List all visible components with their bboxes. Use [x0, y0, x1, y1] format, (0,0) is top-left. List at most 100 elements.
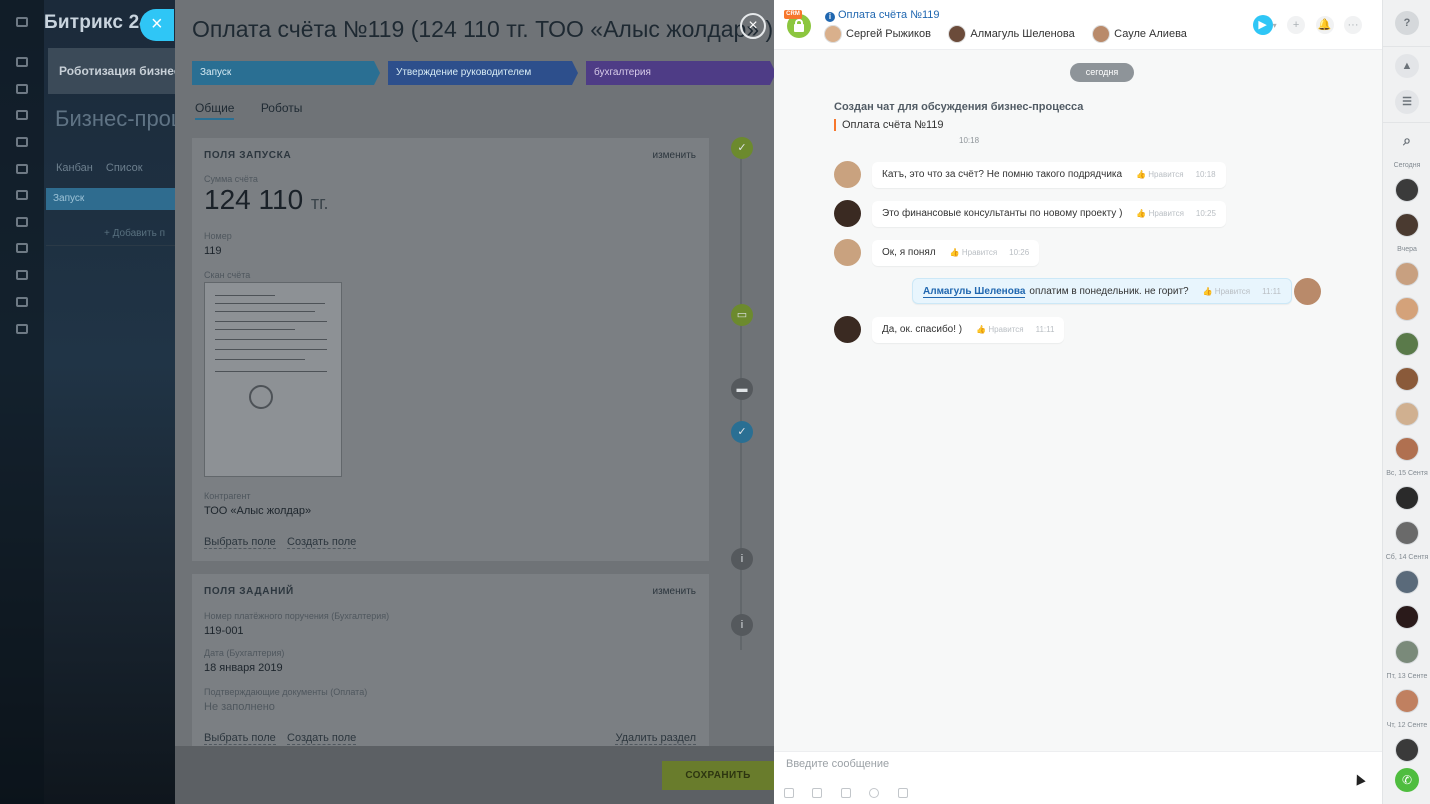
- feed-icon[interactable]: [16, 57, 28, 67]
- contact-center-icon[interactable]: ☰: [1395, 90, 1419, 114]
- documents-value: Не заполнено: [204, 701, 275, 713]
- task-check-icon[interactable]: ✓: [731, 137, 753, 159]
- avatar: [948, 25, 967, 44]
- drive-icon[interactable]: [16, 217, 28, 227]
- bell-icon[interactable]: 🔔: [1315, 16, 1334, 34]
- invoice-scan-thumbnail[interactable]: [204, 282, 342, 477]
- close-panel-button[interactable]: ×: [740, 13, 766, 39]
- tab-general[interactable]: Общие: [195, 101, 235, 120]
- message-bubble: Катъ, это что за счёт? Не помню такого п…: [872, 162, 1226, 188]
- chat-title[interactable]: i Оплата счёта №119: [825, 9, 940, 22]
- message-input[interactable]: Введите сообщение: [786, 758, 889, 770]
- tab-kanban[interactable]: Канбан: [56, 162, 93, 174]
- task-fields-edit-link[interactable]: изменить: [652, 586, 696, 597]
- recent-chat-avatar[interactable]: [1395, 570, 1419, 594]
- stage-launch[interactable]: Запуск: [192, 61, 380, 85]
- member-item[interactable]: Сергей Рыжиков: [824, 25, 931, 44]
- reports-icon[interactable]: [16, 164, 28, 174]
- checklist-icon[interactable]: [16, 190, 28, 200]
- tab-robots[interactable]: Роботы: [261, 101, 303, 115]
- phone-icon[interactable]: ✆: [1395, 768, 1419, 792]
- member-item[interactable]: Алмагуль Шеленова: [948, 25, 1075, 44]
- chat-icon[interactable]: [16, 243, 28, 253]
- search-icon[interactable]: ⌕: [1395, 128, 1419, 152]
- message-text: Это финансовые консультанты по новому пр…: [882, 208, 1123, 219]
- avatar[interactable]: [834, 239, 861, 266]
- create-field-link[interactable]: Создать поле: [287, 732, 357, 745]
- message-bubble: Ок, я понял 👍 Нравится 10:26: [872, 240, 1040, 266]
- crm-badge: CRM: [784, 10, 802, 19]
- mention-link[interactable]: Алмагуль Шеленова: [923, 286, 1026, 298]
- stage-approval[interactable]: Утверждение руководителем: [388, 61, 578, 85]
- avatar[interactable]: [834, 161, 861, 188]
- create-icon[interactable]: [897, 788, 908, 798]
- like-label: Нравится: [988, 325, 1024, 334]
- recent-chat-avatar[interactable]: [1395, 486, 1419, 510]
- comment-icon[interactable]: ▬: [731, 378, 753, 400]
- info-icon[interactable]: i: [731, 614, 753, 636]
- launch-fields-edit-link[interactable]: изменить: [652, 150, 696, 161]
- recent-chat-avatar[interactable]: [1395, 213, 1419, 237]
- recent-chat-avatar[interactable]: [1395, 605, 1419, 629]
- like-button[interactable]: 👍 Нравится: [976, 325, 1024, 334]
- more-icon[interactable]: ···: [1344, 16, 1362, 34]
- filter-icon[interactable]: [16, 84, 28, 94]
- select-field-link[interactable]: Выбрать поле: [204, 536, 276, 549]
- message-time: 11:11: [1035, 325, 1055, 334]
- stage-accounting[interactable]: бухгалтерия: [586, 61, 774, 85]
- video-call-icon[interactable]: ▶: [1252, 15, 1273, 35]
- member-item[interactable]: Сауле Алиева: [1092, 25, 1187, 44]
- recent-chat-avatar[interactable]: [1395, 332, 1419, 356]
- recent-chat-avatar[interactable]: [1395, 689, 1419, 713]
- recent-group-label: Вчера: [1397, 246, 1417, 253]
- like-button[interactable]: 👍 Нравится: [1136, 209, 1184, 218]
- like-button[interactable]: 👍 Нравится: [950, 248, 998, 257]
- system-message-time: 10:18: [959, 136, 980, 145]
- message-composer: Введите сообщение: [774, 751, 1382, 804]
- recent-chat-avatar[interactable]: [1395, 402, 1419, 426]
- background-close-button[interactable]: ×: [140, 9, 174, 41]
- task-check-icon[interactable]: ✓: [731, 421, 753, 443]
- recent-chat-avatar[interactable]: [1395, 178, 1419, 202]
- recent-chat-avatar[interactable]: [1395, 437, 1419, 461]
- like-button[interactable]: 👍 Нравится: [1203, 287, 1251, 296]
- create-field-link[interactable]: Создать поле: [287, 536, 357, 549]
- tasks-icon[interactable]: [16, 110, 28, 120]
- calendar-icon[interactable]: [16, 270, 28, 280]
- chevron-down-icon[interactable]: ▾: [1273, 21, 1277, 30]
- settings-icon[interactable]: [16, 324, 28, 334]
- help-icon[interactable]: ?: [1395, 11, 1419, 35]
- save-button[interactable]: СОХРАНИТЬ: [662, 761, 774, 790]
- quote-icon[interactable]: [840, 788, 851, 798]
- recent-chat-avatar[interactable]: [1395, 738, 1419, 762]
- avatar[interactable]: [834, 316, 861, 343]
- date-divider: сегодня: [1070, 63, 1134, 82]
- apps-icon[interactable]: [16, 297, 28, 307]
- monitor-icon[interactable]: ▭: [731, 304, 753, 326]
- attach-icon[interactable]: [784, 788, 794, 798]
- kanban-add-button[interactable]: + Добавить п: [46, 222, 175, 246]
- smile-icon[interactable]: [869, 788, 880, 798]
- recent-chat-avatar[interactable]: [1395, 640, 1419, 664]
- add-user-icon[interactable]: +: [1287, 16, 1306, 34]
- like-button[interactable]: 👍 Нравится: [1136, 170, 1184, 179]
- member-name: Сауле Алиева: [1114, 28, 1187, 41]
- mention-icon[interactable]: [812, 788, 823, 798]
- crm-icon[interactable]: [16, 137, 28, 147]
- avatar[interactable]: [1294, 278, 1321, 305]
- recent-chat-avatar[interactable]: [1395, 367, 1419, 391]
- menu-icon[interactable]: [16, 17, 28, 27]
- tab-list[interactable]: Список: [106, 162, 143, 174]
- delete-section-link[interactable]: Удалить раздел: [615, 732, 696, 745]
- robot-tab[interactable]: Роботизация бизнес: [48, 48, 175, 94]
- message-text: Катъ, это что за счёт? Не помню такого п…: [882, 169, 1123, 180]
- select-field-link[interactable]: Выбрать поле: [204, 732, 276, 745]
- avatar[interactable]: [834, 200, 861, 227]
- recent-chat-avatar[interactable]: [1395, 262, 1419, 286]
- bell-icon[interactable]: ▲: [1395, 54, 1419, 78]
- recent-chat-avatar[interactable]: [1395, 521, 1419, 545]
- info-icon[interactable]: i: [731, 548, 753, 570]
- recent-chat-avatar[interactable]: [1395, 297, 1419, 321]
- system-message-quote[interactable]: Оплата счёта №119: [834, 119, 944, 131]
- payment-order-label: Номер платёжного поручения (Бухгалтерия): [204, 611, 390, 621]
